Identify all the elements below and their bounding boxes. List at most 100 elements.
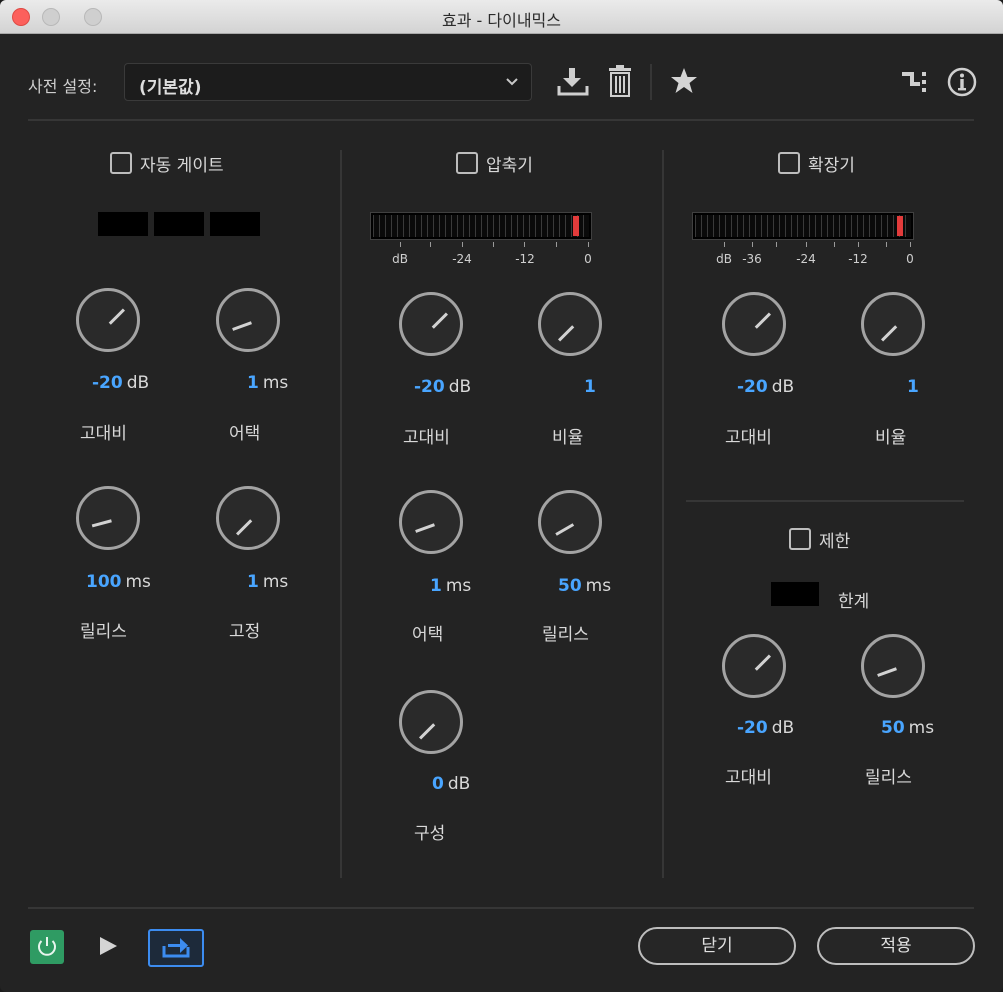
value-number[interactable]: 0 bbox=[432, 774, 444, 794]
value-number[interactable]: -20 bbox=[737, 718, 768, 738]
knob-expander-ratio[interactable] bbox=[861, 292, 925, 356]
scale-label: dB bbox=[392, 252, 408, 266]
value-expander-threshold[interactable]: -20 dB bbox=[737, 377, 794, 397]
knob-expander-threshold[interactable] bbox=[722, 292, 786, 356]
value-number[interactable]: 50 bbox=[558, 576, 582, 596]
knob-compressor-attack[interactable] bbox=[399, 490, 463, 554]
section-divider bbox=[340, 150, 342, 878]
value-number[interactable]: 1 bbox=[430, 576, 442, 596]
label-autogate-release: 릴리스 bbox=[80, 622, 127, 642]
value-number[interactable]: -20 bbox=[92, 373, 123, 393]
meter-peak-indicator bbox=[573, 216, 579, 236]
value-compressor-attack[interactable]: 1 ms bbox=[430, 576, 471, 596]
dynamics-effect-window: 효과 - 다이내믹스 사전 설정: (기본값) 자동 게이트 -20 dB 고대… bbox=[0, 0, 1003, 992]
value-unit: ms bbox=[908, 718, 935, 738]
value-autogate-threshold[interactable]: -20 dB bbox=[92, 373, 149, 393]
knob-pointer bbox=[754, 654, 771, 671]
window-title: 효과 - 다이내믹스 bbox=[442, 11, 561, 30]
close-button[interactable]: 닫기 bbox=[638, 927, 796, 965]
knob-pointer bbox=[232, 321, 252, 331]
value-number[interactable]: 50 bbox=[881, 718, 905, 738]
knob-autogate-threshold[interactable] bbox=[76, 288, 140, 352]
delete-preset-icon[interactable] bbox=[606, 64, 634, 102]
preset-dropdown[interactable]: (기본값) bbox=[124, 63, 532, 101]
knob-pointer bbox=[558, 325, 575, 342]
value-number[interactable]: -20 bbox=[414, 377, 445, 397]
knob-limiter-release[interactable] bbox=[861, 634, 925, 698]
value-unit: ms bbox=[445, 576, 472, 596]
apply-button[interactable]: 적용 bbox=[817, 927, 975, 965]
preview-play-button[interactable] bbox=[98, 934, 120, 962]
knob-pointer bbox=[877, 667, 897, 677]
label-limiter-threshold: 고대비 bbox=[725, 768, 772, 788]
label-compressor-makeup: 구성 bbox=[414, 824, 446, 844]
value-autogate-attack[interactable]: 1 ms bbox=[247, 373, 288, 393]
autogate-checkbox[interactable]: 자동 게이트 bbox=[110, 150, 224, 176]
label-expander-threshold: 고대비 bbox=[725, 428, 772, 448]
compressor-checkbox[interactable]: 압축기 bbox=[456, 150, 533, 176]
value-limiter-threshold[interactable]: -20 dB bbox=[737, 718, 794, 738]
label-expander-ratio: 비율 bbox=[875, 428, 907, 448]
limiter-checkbox[interactable]: 제한 bbox=[789, 526, 850, 552]
gate-indicator bbox=[98, 212, 148, 236]
meter-segments bbox=[695, 215, 911, 237]
value-compressor-makeup[interactable]: 0 dB bbox=[432, 774, 470, 794]
value-compressor-ratio[interactable]: 1 bbox=[584, 377, 600, 397]
knob-autogate-release[interactable] bbox=[76, 486, 140, 550]
value-number[interactable]: 1 bbox=[907, 377, 919, 397]
value-unit: dB bbox=[771, 718, 795, 738]
label-autogate-hold: 고정 bbox=[229, 622, 261, 642]
chevron-down-icon bbox=[505, 72, 519, 96]
value-number[interactable]: 1 bbox=[584, 377, 596, 397]
value-compressor-release[interactable]: 50 ms bbox=[558, 576, 611, 596]
knob-pointer bbox=[91, 519, 112, 528]
value-unit: ms bbox=[262, 572, 289, 592]
knob-compressor-release[interactable] bbox=[538, 490, 602, 554]
value-autogate-release[interactable]: 100 ms bbox=[86, 572, 151, 592]
preset-label: 사전 설정: bbox=[28, 77, 98, 96]
value-unit: ms bbox=[125, 572, 151, 592]
value-number[interactable]: 1 bbox=[247, 373, 259, 393]
header-divider bbox=[28, 119, 974, 121]
knob-limiter-threshold[interactable] bbox=[722, 634, 786, 698]
compressor-level-meter bbox=[370, 212, 592, 240]
meter-segments bbox=[373, 215, 589, 237]
routing-icon[interactable] bbox=[900, 68, 930, 100]
scale-label: 0 bbox=[906, 252, 914, 266]
knob-pointer bbox=[555, 523, 575, 536]
value-number[interactable]: 1 bbox=[247, 572, 259, 592]
limiter-label: 제한 bbox=[819, 531, 851, 552]
checkbox-box[interactable] bbox=[110, 152, 132, 174]
limiter-divider bbox=[686, 500, 964, 502]
expander-checkbox[interactable]: 확장기 bbox=[778, 150, 855, 176]
label-compressor-release: 릴리스 bbox=[542, 625, 589, 645]
value-unit: dB bbox=[448, 377, 472, 397]
knob-autogate-hold[interactable] bbox=[216, 486, 280, 550]
checkbox-box[interactable] bbox=[789, 528, 811, 550]
value-number[interactable]: -20 bbox=[737, 377, 768, 397]
scale-label: -36 bbox=[742, 252, 762, 266]
save-preset-icon[interactable] bbox=[556, 66, 590, 102]
info-icon[interactable] bbox=[946, 66, 978, 102]
section-divider bbox=[662, 150, 664, 878]
scale-label: -24 bbox=[452, 252, 472, 266]
knob-compressor-makeup[interactable] bbox=[399, 690, 463, 754]
value-unit: ms bbox=[585, 576, 612, 596]
loop-playback-toggle[interactable] bbox=[148, 929, 204, 967]
knob-autogate-attack[interactable] bbox=[216, 288, 280, 352]
value-limiter-release[interactable]: 50 ms bbox=[881, 718, 934, 738]
effect-power-button[interactable] bbox=[30, 930, 64, 964]
autogate-label: 자동 게이트 bbox=[140, 155, 224, 176]
checkbox-box[interactable] bbox=[778, 152, 800, 174]
value-autogate-hold[interactable]: 1 ms bbox=[247, 572, 288, 592]
label-autogate-threshold: 고대비 bbox=[80, 424, 127, 444]
value-compressor-threshold[interactable]: -20 dB bbox=[414, 377, 471, 397]
loop-icon bbox=[162, 938, 190, 958]
value-number[interactable]: 100 bbox=[86, 572, 122, 592]
preset-value: (기본값) bbox=[139, 78, 202, 98]
knob-compressor-ratio[interactable] bbox=[538, 292, 602, 356]
knob-compressor-threshold[interactable] bbox=[399, 292, 463, 356]
favorite-star-icon[interactable] bbox=[669, 66, 699, 100]
value-expander-ratio[interactable]: 1 bbox=[907, 377, 923, 397]
checkbox-box[interactable] bbox=[456, 152, 478, 174]
